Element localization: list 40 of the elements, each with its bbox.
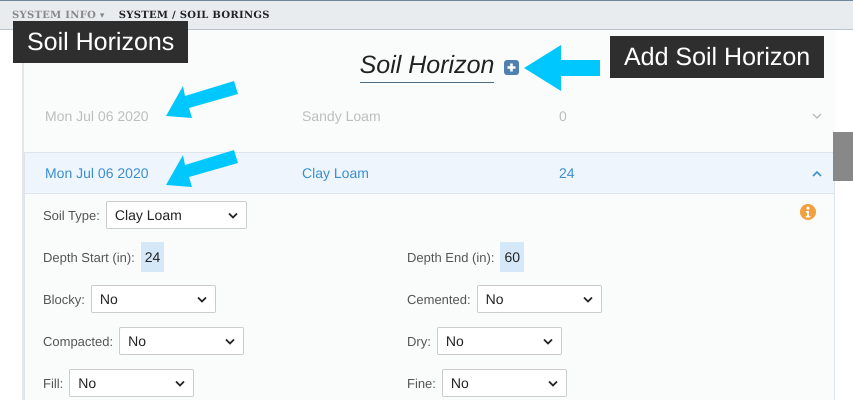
dropdown[interactable]: Clay Loam <box>106 201 247 229</box>
field-label: Soil Type: <box>43 208 100 222</box>
depth-text: 24 <box>559 165 576 181</box>
chevron-down-icon <box>228 212 238 218</box>
dropdown[interactable]: No <box>90 285 216 313</box>
dropdown[interactable]: No <box>436 327 562 355</box>
depth-text: 0 <box>559 108 568 124</box>
section-heading: Soil Horizon <box>360 51 494 83</box>
soil-type-text: Clay Loam <box>302 165 370 181</box>
field-label: Blocky: <box>43 292 85 306</box>
arrow-icon <box>524 45 600 91</box>
info-icon <box>800 204 816 220</box>
chevron-down-icon <box>196 296 207 302</box>
add-icon[interactable] <box>504 60 520 74</box>
chevron-icon <box>812 170 822 176</box>
dropdown[interactable]: No <box>119 327 244 355</box>
breadcrumb: SYSTEM / SOIL BORINGS <box>118 10 270 20</box>
dropdown[interactable]: No <box>69 369 194 397</box>
value-field[interactable]: 24 <box>140 242 164 272</box>
field-label: Cemented: <box>407 292 471 306</box>
field-label: Depth Start (in): <box>43 250 135 264</box>
dropdown[interactable]: No <box>476 285 602 313</box>
field-label: Compacted: <box>43 334 114 348</box>
soil-type-text: Sandy Loam <box>302 108 382 124</box>
callout-label: Add Soil Horizon <box>610 36 824 78</box>
chevron-down-icon <box>548 380 558 386</box>
callout-label: Soil Horizons <box>13 21 188 63</box>
dropdown[interactable]: No <box>442 369 567 397</box>
field-label: Fill: <box>43 376 64 390</box>
value-field[interactable]: 60 <box>500 242 524 272</box>
date-text: Mon Jul 06 2020 <box>45 108 150 124</box>
field-label: Fine: <box>407 376 436 390</box>
chevron-down-icon <box>542 338 553 344</box>
chevron-icon <box>812 112 822 120</box>
chevron-down-icon <box>175 380 186 386</box>
chevron-down-icon <box>225 338 236 344</box>
date-text: Mon Jul 06 2020 <box>45 165 150 181</box>
field-label: Dry: <box>407 334 431 348</box>
chevron-down-icon <box>582 296 593 302</box>
field-label: Depth End (in): <box>407 250 494 264</box>
